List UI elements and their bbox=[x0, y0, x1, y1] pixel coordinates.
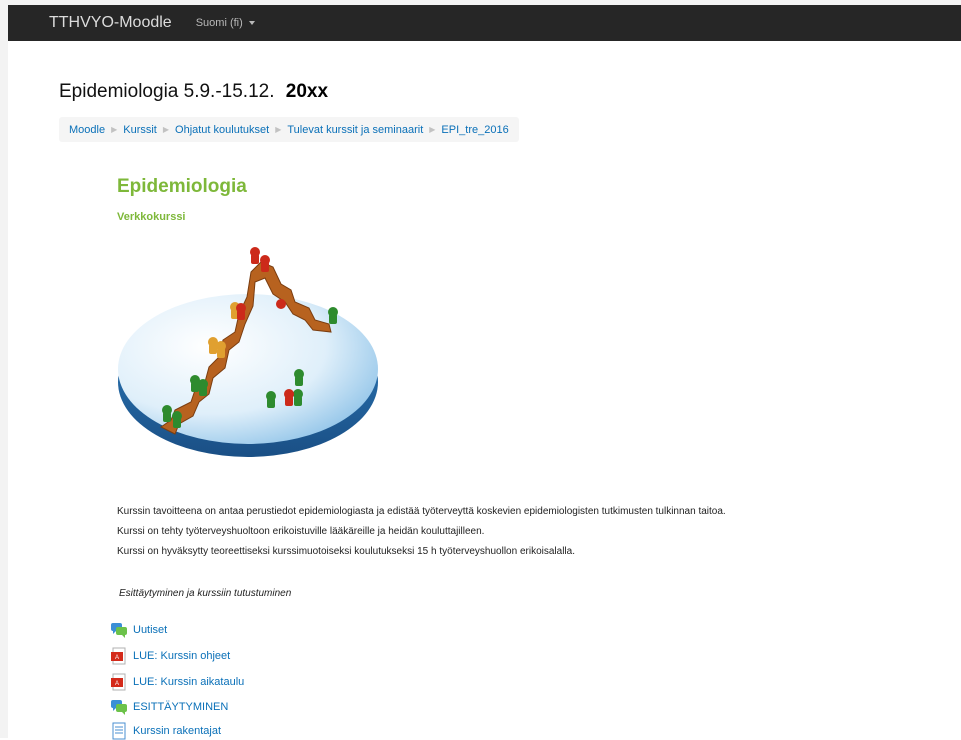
breadcrumb: Moodle ▶ Kurssit ▶ Ohjatut koulutukset ▶… bbox=[59, 117, 519, 142]
summary-subheading: Verkkokurssi bbox=[117, 211, 186, 223]
summary-paragraph: Kurssi on hyväksytty teoreettiseksi kurs… bbox=[117, 546, 575, 557]
navbar: TTHVYO-Moodle Suomi (fi) bbox=[8, 5, 961, 41]
breadcrumb-separator-icon: ▶ bbox=[275, 125, 282, 134]
left-strip bbox=[0, 0, 8, 738]
breadcrumb-item-tulevat-kurssit[interactable]: Tulevat kurssit ja seminaarit bbox=[287, 124, 423, 136]
activity-item[interactable]: ESITTÄYTYMINEN bbox=[110, 698, 228, 716]
summary-paragraph: Kurssi on tehty työterveyshuoltoon eriko… bbox=[117, 526, 485, 537]
language-label: Suomi (fi) bbox=[195, 17, 243, 29]
activity-link-kurssin-ohjeet[interactable]: LUE: Kurssin ohjeet bbox=[133, 650, 230, 662]
svg-text:A: A bbox=[115, 681, 119, 687]
language-menu[interactable]: Suomi (fi) bbox=[196, 17, 255, 29]
activity-item[interactable]: A LUE: Kurssin aikataulu bbox=[110, 673, 244, 691]
summary-heading: Epidemiologia bbox=[117, 176, 247, 197]
svg-text:A: A bbox=[115, 655, 119, 661]
caret-down-icon bbox=[248, 21, 255, 26]
page-title: Epidemiologia 5.9.-15.12. 20xx bbox=[59, 81, 328, 103]
pdf-icon: A bbox=[111, 673, 126, 691]
breadcrumb-item-kurssit[interactable]: Kurssit bbox=[123, 124, 157, 136]
activity-item[interactable]: A LUE: Kurssin ohjeet bbox=[110, 647, 230, 665]
breadcrumb-separator-icon: ▶ bbox=[429, 125, 436, 134]
breadcrumb-separator-icon: ▶ bbox=[162, 125, 170, 134]
pdf-icon: A bbox=[111, 647, 126, 665]
activity-item[interactable]: Kurssin rakentajat bbox=[110, 722, 221, 740]
activity-link-uutiset[interactable]: Uutiset bbox=[133, 624, 167, 636]
breadcrumb-item-ohjatut-koulutukset[interactable]: Ohjatut koulutukset bbox=[175, 124, 269, 136]
activity-link-kurssin-rakentajat[interactable]: Kurssin rakentajat bbox=[133, 725, 221, 737]
summary-paragraph: Kurssin tavoitteena on antaa perustiedot… bbox=[117, 506, 726, 517]
activity-link-esittaytyminen[interactable]: ESITTÄYTYMINEN bbox=[133, 701, 228, 713]
breadcrumb-item-course[interactable]: EPI_tre_2016 bbox=[441, 124, 508, 136]
activity-link-kurssin-aikataulu[interactable]: LUE: Kurssin aikataulu bbox=[133, 676, 244, 688]
forum-icon bbox=[111, 623, 127, 638]
course-title-text: Epidemiologia 5.9.-15.12. bbox=[59, 81, 275, 102]
site-brand-link[interactable]: TTHVYO-Moodle bbox=[49, 14, 172, 32]
activity-item[interactable]: Uutiset bbox=[110, 621, 167, 639]
forum-icon bbox=[111, 700, 127, 715]
course-illustration bbox=[118, 247, 378, 457]
breadcrumb-separator-icon: ▶ bbox=[111, 125, 118, 134]
course-year: 20xx bbox=[285, 81, 329, 102]
section-title: Esittäytyminen ja kurssiin tutustuminen bbox=[119, 588, 292, 599]
breadcrumb-item-moodle[interactable]: Moodle bbox=[69, 124, 105, 136]
page-icon bbox=[112, 722, 126, 740]
